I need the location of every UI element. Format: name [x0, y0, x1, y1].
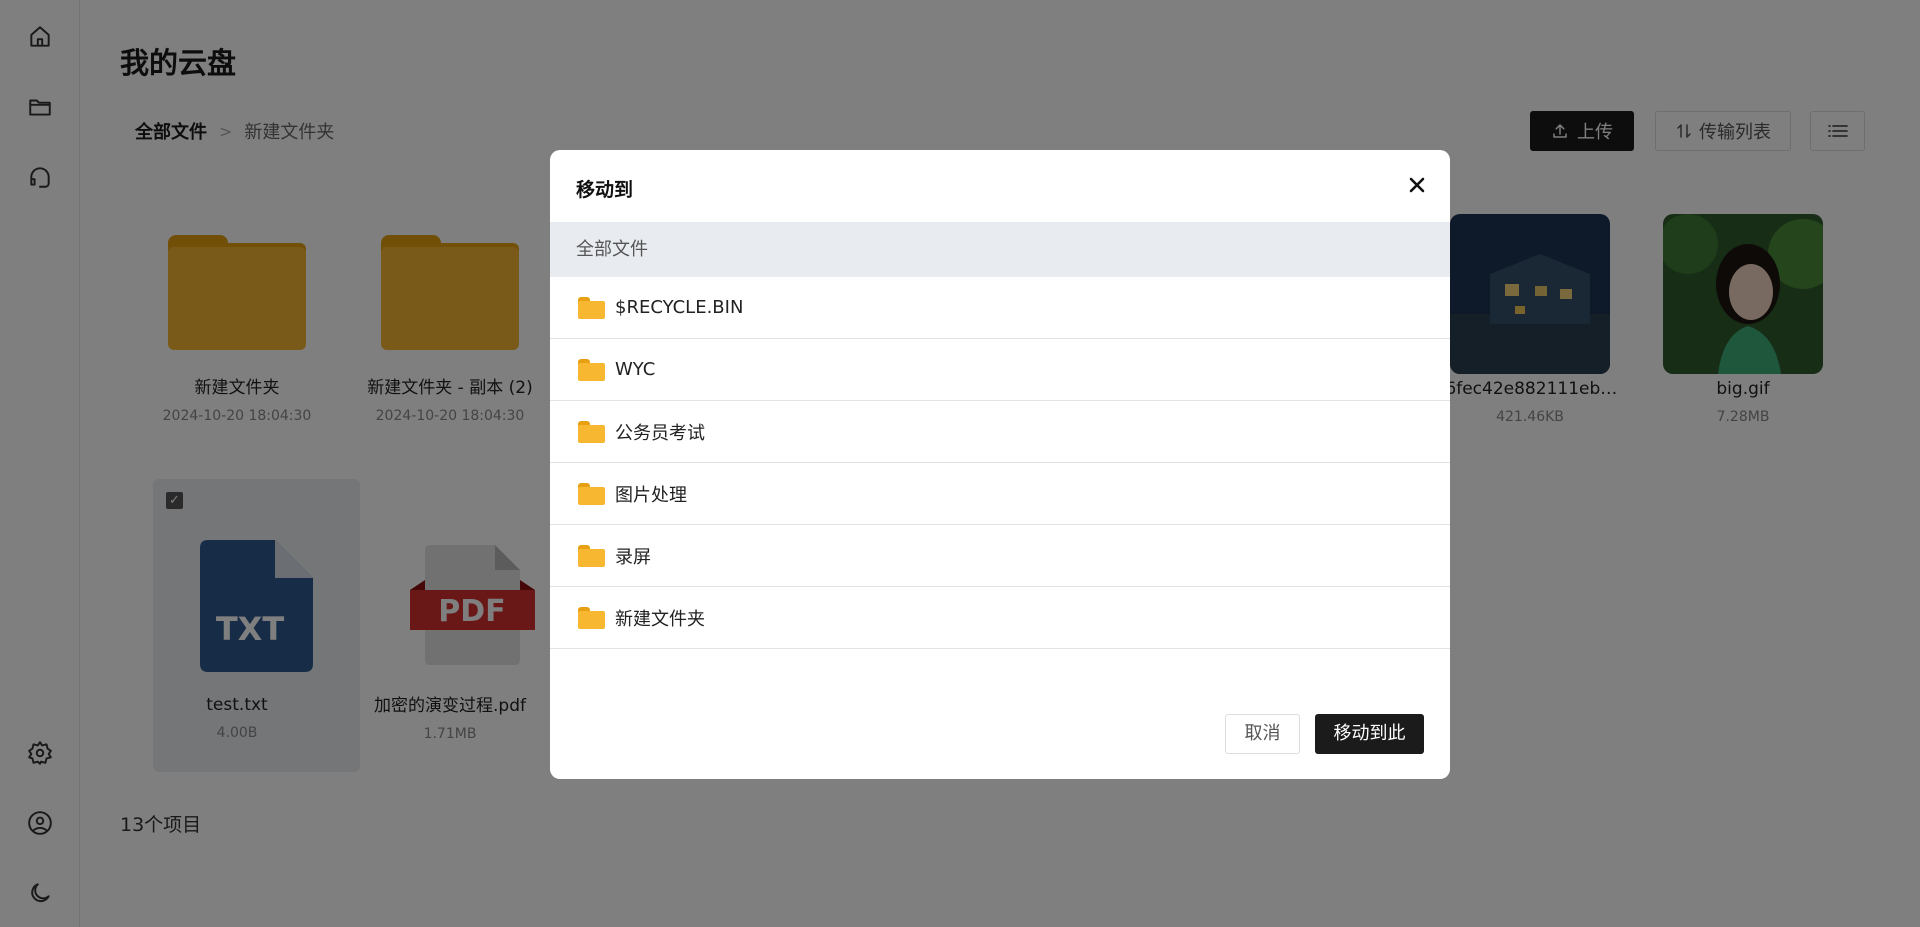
folder-row[interactable]: 公务员考试 — [550, 401, 1450, 463]
folder-list: $RECYCLE.BIN WYC 公务员考试 图片处理 录屏 新建文件夹 — [550, 277, 1450, 649]
folder-icon — [578, 544, 605, 567]
folder-icon — [578, 358, 605, 381]
cancel-button[interactable]: 取消 — [1225, 714, 1300, 754]
folder-row[interactable]: WYC — [550, 339, 1450, 401]
move-here-button[interactable]: 移动到此 — [1315, 714, 1424, 754]
folder-row[interactable]: 录屏 — [550, 525, 1450, 587]
folder-icon — [578, 606, 605, 629]
folder-row[interactable]: 新建文件夹 — [550, 587, 1450, 649]
folder-row[interactable]: $RECYCLE.BIN — [550, 277, 1450, 339]
dialog-title: 移动到 — [576, 179, 634, 201]
folder-row[interactable]: 图片处理 — [550, 463, 1450, 525]
move-to-dialog: 移动到 全部文件 $RECYCLE.BIN WYC 公务员考试 图片处理 录屏 … — [550, 150, 1450, 779]
folder-name: 公务员考试 — [615, 422, 705, 444]
folder-icon — [578, 296, 605, 319]
folder-name: 新建文件夹 — [615, 608, 705, 630]
folder-name: $RECYCLE.BIN — [615, 297, 744, 318]
folder-name: 录屏 — [615, 546, 651, 568]
close-icon[interactable] — [1402, 170, 1432, 200]
dialog-breadcrumb[interactable]: 全部文件 — [550, 222, 1450, 277]
folder-name: 图片处理 — [615, 484, 687, 506]
folder-name: WYC — [615, 359, 656, 380]
folder-icon — [578, 420, 605, 443]
folder-icon — [578, 482, 605, 505]
